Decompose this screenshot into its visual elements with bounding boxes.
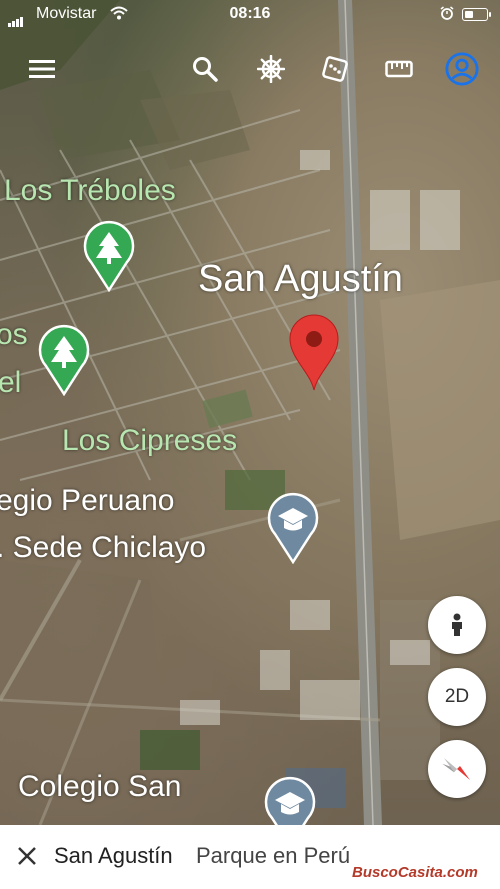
search-icon[interactable] [188, 52, 222, 86]
toggle-2d-label: 2D [444, 686, 470, 707]
place-label-los-treboles[interactable]: Los Tréboles [4, 174, 176, 208]
selected-location-pin-icon[interactable] [288, 312, 340, 392]
menu-icon[interactable] [25, 52, 59, 86]
account-icon[interactable] [445, 52, 479, 86]
place-label-colegio-san[interactable]: Colegio San [18, 770, 181, 804]
clock: 08:16 [229, 5, 271, 22]
place-label-partial-1[interactable]: os [0, 318, 28, 352]
status-bar: Movistar 08:16 [0, 0, 500, 30]
alarm-icon [440, 6, 454, 20]
ruler-icon[interactable] [382, 52, 416, 86]
compass-icon [442, 758, 470, 780]
school-pin-icon[interactable] [266, 488, 320, 564]
place-label-los-cipreses[interactable]: Los Cipreses [62, 424, 237, 458]
park-pin-icon[interactable] [82, 216, 136, 292]
place-label-partial-2[interactable]: el [0, 366, 21, 400]
place-title: San Agustín [54, 843, 173, 868]
person-icon [452, 613, 462, 636]
battery-icon [462, 8, 491, 21]
ship-wheel-icon[interactable] [254, 52, 288, 86]
dice-icon[interactable] [318, 52, 352, 86]
watermark: BuscoCasita.com [352, 864, 478, 881]
park-pin-icon[interactable] [37, 320, 91, 396]
compass-button[interactable] [428, 740, 486, 798]
place-subtitle: Parque en Perú [196, 843, 351, 868]
place-label-colegio-peruano[interactable]: egio Peruano [0, 484, 174, 518]
satellite-map[interactable]: Movistar 08:16 Los Tréboles San Agustín … [0, 0, 500, 825]
school-pin-icon[interactable] [263, 772, 317, 825]
map-terrain [0, 0, 500, 825]
place-label-san-agustin[interactable]: San Agustín [198, 258, 403, 301]
street-view-button[interactable] [428, 596, 486, 654]
toggle-2d-button[interactable]: 2D [428, 668, 486, 726]
close-icon[interactable] [14, 843, 40, 869]
place-label-sede-chiclayo[interactable]: . Sede Chiclayo [0, 531, 206, 565]
